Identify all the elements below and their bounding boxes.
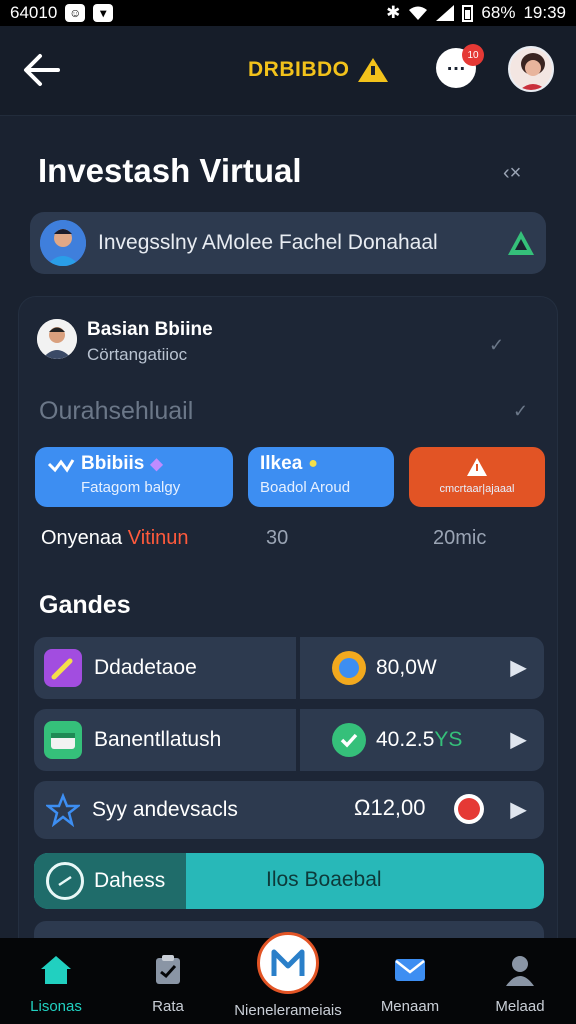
app-header: DRBIBDO … 10 bbox=[0, 26, 576, 116]
back-arrow-icon[interactable] bbox=[20, 50, 64, 90]
row-right: 40.2.5YS ▶ bbox=[300, 709, 544, 771]
nav-item-rata[interactable]: Rata bbox=[130, 938, 206, 1024]
main-card: Basian Bbiine Cörtangatiioc ✓ Ourahsehlu… bbox=[18, 296, 558, 961]
row-left: Banentllatush bbox=[34, 709, 296, 771]
row-value: Ω12,00 bbox=[354, 795, 426, 821]
coin-q-icon: Ω bbox=[354, 795, 371, 820]
page-title: Investash Virtual bbox=[38, 152, 302, 189]
banner-text: Invegsslny AMolee Fachel Donahaal bbox=[98, 231, 438, 254]
battery-icon bbox=[462, 4, 474, 22]
row-label: Banentllatush bbox=[94, 728, 222, 751]
home-icon bbox=[41, 956, 71, 984]
pin-icon: ● bbox=[308, 455, 318, 472]
nav-label: Lisonas bbox=[30, 998, 82, 1015]
emoji-face-icon bbox=[454, 794, 484, 824]
mail-icon bbox=[395, 959, 425, 981]
list-row-banentllatush[interactable]: Banentllatush 40.2.5YS ▶ bbox=[34, 709, 544, 771]
tile-title: Ilkea bbox=[260, 453, 303, 474]
invest-banner[interactable]: Invegsslny AMolee Fachel Donahaal bbox=[30, 212, 546, 274]
alert-triangle-icon bbox=[467, 458, 487, 476]
stat-c: 20mic bbox=[433, 527, 487, 549]
list-row-syy[interactable]: Syy andevsacls Ω12,00 ▶ bbox=[34, 781, 544, 839]
bottom-nav: Lisonas Rata Nienelerameiais Menaam Mela… bbox=[0, 932, 576, 1024]
tile-subtitle: Fatagom balgy bbox=[81, 479, 181, 496]
tile-bbibiis[interactable]: Bbibiis ◆ Fatagom balgy bbox=[35, 447, 233, 507]
nav-label: Rata bbox=[152, 998, 184, 1015]
row-value-highlight: YS bbox=[434, 728, 463, 751]
signal-icon bbox=[436, 5, 455, 21]
warning-triangle-icon bbox=[357, 58, 388, 82]
chevron-down-icon[interactable]: ✓ bbox=[489, 335, 504, 356]
chevron-right-icon[interactable]: ▶ bbox=[511, 797, 526, 822]
bluetooth-icon: ✱ bbox=[386, 3, 401, 22]
handshake-icon bbox=[47, 459, 75, 473]
nav-label: Nienelerameiais bbox=[234, 1002, 342, 1019]
row-value-main: 40.2.5 bbox=[376, 728, 435, 751]
row-left: Ddadetaoe bbox=[34, 637, 296, 699]
compass-icon bbox=[46, 862, 84, 900]
check-circle-icon bbox=[332, 723, 366, 757]
status-bar: 64010 ☺ ▾ ✱ 68% 19:39 bbox=[0, 0, 576, 26]
brand-name: DRBIBDO bbox=[248, 58, 350, 81]
star-icon bbox=[46, 793, 80, 827]
teal-left: Dahess bbox=[34, 853, 186, 909]
avatar-figure bbox=[510, 48, 552, 90]
row-label: Ddadetaoe bbox=[94, 656, 197, 679]
stat-b: 30 bbox=[266, 527, 289, 549]
row-full: Syy andevsacls Ω12,00 ▶ bbox=[34, 781, 544, 839]
search-coin-icon bbox=[332, 651, 366, 685]
up-triangle-icon bbox=[508, 231, 534, 255]
nav-item-profile[interactable]: Melaad bbox=[482, 938, 558, 1024]
close-icon[interactable]: ‹× bbox=[503, 162, 521, 185]
person-icon bbox=[506, 956, 534, 986]
pencil-icon bbox=[44, 649, 82, 687]
user-subtitle: Cörtangatiioc bbox=[87, 345, 188, 364]
section-heading: Ourahsehluail bbox=[39, 397, 194, 425]
tile-ilkea[interactable]: Ilkea ● Boadol Aroud bbox=[248, 447, 394, 507]
row-right: 80,0W ▶ bbox=[300, 637, 544, 699]
gandes-heading: Gandes bbox=[39, 591, 131, 619]
status-time: 19:39 bbox=[523, 3, 566, 22]
tile-subtitle: Boadol Aroud bbox=[260, 479, 351, 496]
row-value-main: 12,00 bbox=[370, 795, 426, 820]
nav-label: Menaam bbox=[380, 998, 440, 1015]
teal-left-label: Dahess bbox=[94, 869, 166, 892]
chevron-right-icon[interactable]: ▶ bbox=[511, 655, 526, 680]
tile-subtitle: cmcrtaar|ajaaal bbox=[439, 483, 515, 495]
brand-logo: DRBIBDO bbox=[248, 56, 390, 84]
gem-icon: ◆ bbox=[150, 456, 163, 473]
user-row[interactable]: Basian Bbiine Cörtangatiioc ✓ bbox=[37, 317, 537, 367]
notification-badge: 10 bbox=[462, 44, 484, 66]
app-notification-icon-2: ▾ bbox=[93, 4, 114, 22]
battery-percent: 68% bbox=[481, 3, 516, 22]
chevron-right-icon[interactable]: ▶ bbox=[511, 727, 526, 752]
nav-item-home[interactable]: Lisonas bbox=[18, 938, 94, 1024]
status-left-text: 64010 bbox=[10, 3, 58, 22]
user-name: Basian Bbiine bbox=[87, 319, 213, 340]
banner-avatar bbox=[40, 220, 86, 266]
stat-a-highlight: Vitinun bbox=[127, 527, 189, 549]
profile-avatar[interactable] bbox=[508, 46, 554, 92]
nav-item-center[interactable]: Nienelerameiais bbox=[218, 932, 358, 1024]
tile-orange[interactable]: cmcrtaar|ajaaal bbox=[409, 447, 545, 507]
row-label: Syy andevsacls bbox=[92, 798, 238, 821]
user-avatar bbox=[37, 319, 77, 359]
checkmark-icon[interactable]: ✓ bbox=[513, 401, 528, 422]
stat-a-prefix: Onyenaa bbox=[41, 527, 123, 549]
nav-label: Melaad bbox=[495, 998, 545, 1015]
wifi-icon bbox=[409, 6, 428, 20]
stats-row: Onyenaa Vitinun 30 20mic bbox=[41, 527, 541, 557]
m-logo-icon bbox=[257, 932, 319, 994]
app-notification-icon: ☺ bbox=[65, 4, 86, 22]
teal-right-label: Ilos Boaebal bbox=[266, 868, 382, 891]
wallet-icon bbox=[44, 721, 82, 759]
row-value: 80,0W bbox=[376, 656, 437, 679]
teal-action-row[interactable]: Dahess Ilos Boaebal bbox=[34, 853, 544, 909]
nav-item-mail[interactable]: Menaam bbox=[372, 938, 448, 1024]
clipboard-icon bbox=[156, 955, 180, 984]
list-row-ddadetaoe[interactable]: Ddadetaoe 80,0W ▶ bbox=[34, 637, 544, 699]
tile-title: Bbibiis bbox=[81, 453, 145, 474]
row-value: 40.2.5YS bbox=[376, 728, 462, 752]
stat-a: Onyenaa Vitinun bbox=[41, 527, 189, 550]
